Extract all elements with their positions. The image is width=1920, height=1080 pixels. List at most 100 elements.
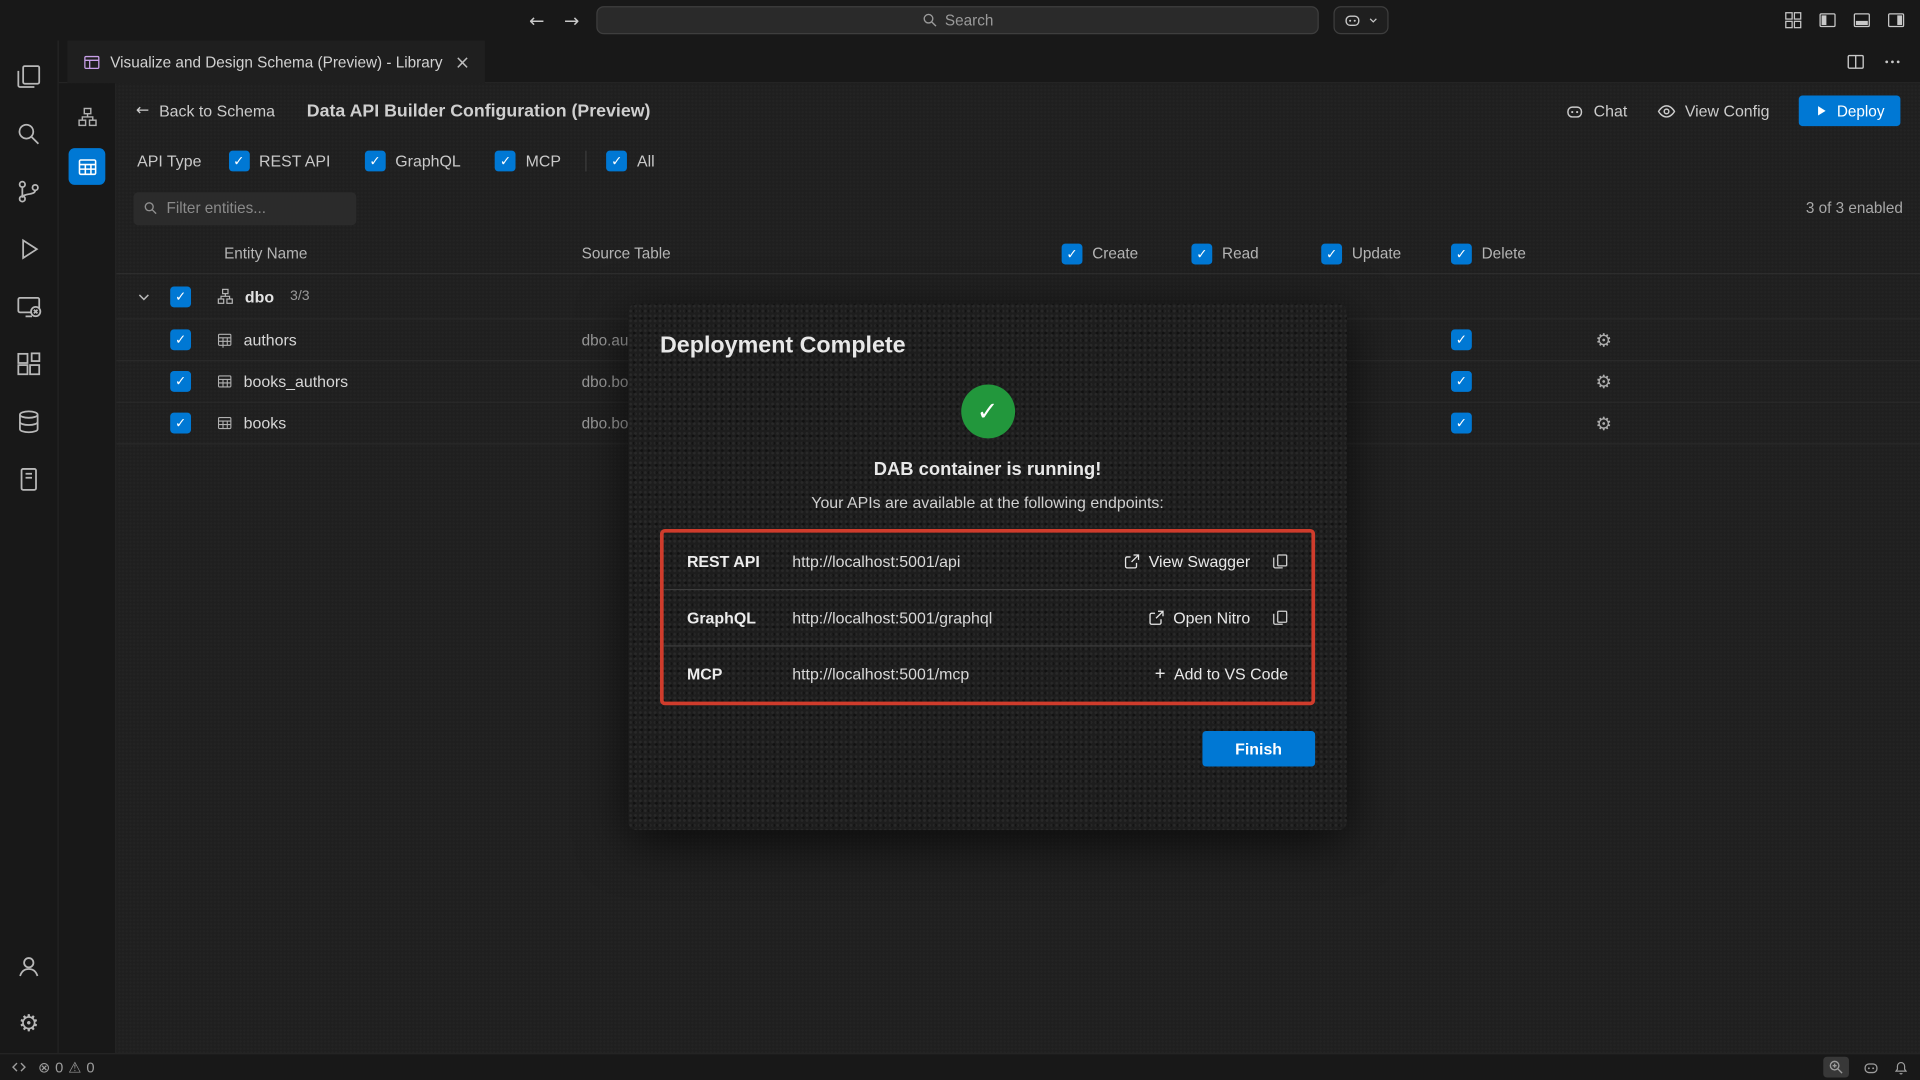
table-icon bbox=[217, 415, 233, 431]
database-icon[interactable] bbox=[0, 393, 58, 451]
endpoint-url: http://localhost:5001/mcp bbox=[792, 665, 1154, 683]
checkbox-rest-api[interactable]: ✓ bbox=[228, 150, 249, 171]
chat-button[interactable]: Chat bbox=[1565, 101, 1627, 121]
page-title: Data API Builder Configuration (Preview) bbox=[307, 101, 651, 121]
explorer-icon[interactable] bbox=[0, 48, 58, 106]
select-all-create-checkbox[interactable]: ✓ bbox=[1062, 243, 1083, 264]
checkbox-all[interactable]: ✓ bbox=[606, 150, 627, 171]
api-config-view-icon[interactable] bbox=[69, 148, 106, 185]
select-all-read-checkbox[interactable]: ✓ bbox=[1191, 243, 1212, 264]
schema-designer-icon bbox=[83, 53, 100, 70]
schema-view-icon[interactable] bbox=[65, 96, 109, 138]
dialog-status: DAB container is running! bbox=[660, 459, 1315, 480]
open-nitro-link[interactable]: Open Nitro bbox=[1149, 609, 1250, 627]
entity-settings-icon[interactable]: ⚙ bbox=[1596, 412, 1612, 434]
entity-name: authors bbox=[244, 331, 297, 349]
warning-icon: ⚠ bbox=[68, 1059, 81, 1076]
checkbox-mcp[interactable]: ✓ bbox=[495, 150, 516, 171]
endpoint-url: http://localhost:5001/api bbox=[792, 552, 1124, 570]
api-option-all[interactable]: ✓ All bbox=[606, 150, 654, 171]
run-debug-icon[interactable] bbox=[0, 220, 58, 278]
filter-entities-input[interactable] bbox=[167, 200, 364, 217]
dialog-title: Deployment Complete bbox=[660, 333, 1315, 360]
select-all-update-checkbox[interactable]: ✓ bbox=[1321, 243, 1342, 264]
entity-settings-icon[interactable]: ⚙ bbox=[1596, 329, 1612, 351]
delete-checkbox[interactable]: ✓ bbox=[1451, 329, 1472, 350]
select-all-delete-checkbox[interactable]: ✓ bbox=[1451, 243, 1472, 264]
table-icon bbox=[217, 373, 233, 389]
search-icon bbox=[143, 201, 158, 216]
api-option-rest[interactable]: ✓ REST API bbox=[228, 150, 330, 171]
divider bbox=[586, 150, 587, 171]
copilot-status-icon[interactable] bbox=[1862, 1059, 1879, 1076]
remote-indicator-icon[interactable] bbox=[11, 1059, 27, 1075]
external-link-icon bbox=[1149, 610, 1165, 626]
column-update: ✓ Update bbox=[1307, 243, 1437, 264]
warning-count: 0 bbox=[86, 1059, 94, 1076]
api-option-graphql[interactable]: ✓ GraphQL bbox=[365, 150, 461, 171]
search-icon[interactable] bbox=[0, 105, 58, 163]
row-checkbox[interactable]: ✓ bbox=[170, 371, 191, 392]
nav-forward-icon[interactable]: → bbox=[564, 9, 579, 31]
endpoints-panel: REST API http://localhost:5001/api View … bbox=[660, 529, 1315, 705]
status-bar: ⊗ 0 ⚠ 0 bbox=[0, 1053, 1920, 1080]
entity-name: books_authors bbox=[244, 372, 348, 390]
nav-back-icon[interactable]: ← bbox=[529, 9, 544, 31]
tab-visualize-design-schema[interactable]: Visualize and Design Schema (Preview) - … bbox=[67, 40, 485, 83]
table-icon bbox=[217, 332, 233, 348]
filter-entities-box[interactable] bbox=[133, 192, 356, 225]
column-create: ✓ Create bbox=[1047, 243, 1177, 264]
copy-icon[interactable] bbox=[1272, 610, 1288, 626]
row-checkbox[interactable]: ✓ bbox=[170, 329, 191, 350]
group-checkbox[interactable]: ✓ bbox=[170, 286, 191, 307]
error-icon: ⊗ bbox=[38, 1059, 50, 1076]
api-option-mcp[interactable]: ✓ MCP bbox=[495, 150, 561, 171]
entity-settings-icon[interactable]: ⚙ bbox=[1596, 370, 1612, 392]
success-check-icon: ✓ bbox=[961, 384, 1015, 438]
extensions-icon[interactable] bbox=[0, 336, 58, 394]
toggle-sidebar-icon[interactable] bbox=[1818, 11, 1836, 29]
external-link-icon bbox=[1124, 553, 1140, 569]
row-checkbox[interactable]: ✓ bbox=[170, 413, 191, 434]
source-control-icon[interactable] bbox=[0, 163, 58, 221]
add-to-vscode-link[interactable]: + Add to VS Code bbox=[1155, 664, 1288, 685]
view-config-button[interactable]: View Config bbox=[1657, 101, 1770, 121]
notifications-bell-icon[interactable] bbox=[1893, 1059, 1909, 1075]
accounts-icon[interactable] bbox=[0, 938, 58, 996]
endpoint-row-mcp: MCP http://localhost:5001/mcp + Add to V… bbox=[664, 645, 1312, 701]
customize-layout-icon[interactable] bbox=[1784, 11, 1802, 29]
problems-indicator[interactable]: ⊗ 0 ⚠ 0 bbox=[38, 1059, 95, 1076]
zoom-indicator[interactable] bbox=[1823, 1057, 1849, 1078]
back-arrow-icon: ← bbox=[136, 102, 149, 120]
close-icon[interactable]: × bbox=[452, 51, 472, 73]
command-center-search[interactable]: Search bbox=[596, 6, 1318, 34]
zoom-icon bbox=[1828, 1059, 1844, 1075]
entities-table-header: Entity Name Source Table ✓ Create ✓ Read… bbox=[116, 234, 1920, 274]
copilot-menu[interactable] bbox=[1333, 6, 1388, 34]
chevron-down-icon bbox=[1368, 15, 1379, 26]
checkbox-graphql[interactable]: ✓ bbox=[365, 150, 386, 171]
chevron-down-icon[interactable] bbox=[116, 288, 170, 304]
more-actions-icon[interactable] bbox=[1883, 52, 1901, 70]
eye-icon bbox=[1657, 101, 1677, 121]
deploy-button[interactable]: Deploy bbox=[1799, 96, 1901, 127]
delete-checkbox[interactable]: ✓ bbox=[1451, 371, 1472, 392]
finish-button[interactable]: Finish bbox=[1202, 731, 1315, 767]
column-delete: ✓ Delete bbox=[1436, 243, 1566, 264]
copy-icon[interactable] bbox=[1272, 553, 1288, 569]
enabled-count: 3 of 3 enabled bbox=[1806, 200, 1903, 217]
activity-bar: ⚙ bbox=[0, 40, 59, 1053]
back-to-schema-link[interactable]: ← Back to Schema bbox=[136, 102, 275, 120]
toggle-panel-icon[interactable] bbox=[1853, 11, 1871, 29]
endpoint-label: REST API bbox=[687, 552, 792, 570]
settings-gear-icon[interactable]: ⚙ bbox=[0, 996, 58, 1054]
delete-checkbox[interactable]: ✓ bbox=[1451, 413, 1472, 434]
toggle-secondary-sidebar-icon[interactable] bbox=[1887, 11, 1905, 29]
play-icon bbox=[1815, 104, 1828, 117]
view-swagger-link[interactable]: View Swagger bbox=[1124, 552, 1250, 570]
database-projects-icon[interactable] bbox=[0, 451, 58, 509]
vscode-window: ← → Search bbox=[0, 0, 1920, 1080]
split-editor-icon[interactable] bbox=[1847, 52, 1865, 70]
deployment-complete-dialog: Deployment Complete ✓ DAB container is r… bbox=[628, 304, 1347, 831]
remote-explorer-icon[interactable] bbox=[0, 278, 58, 336]
